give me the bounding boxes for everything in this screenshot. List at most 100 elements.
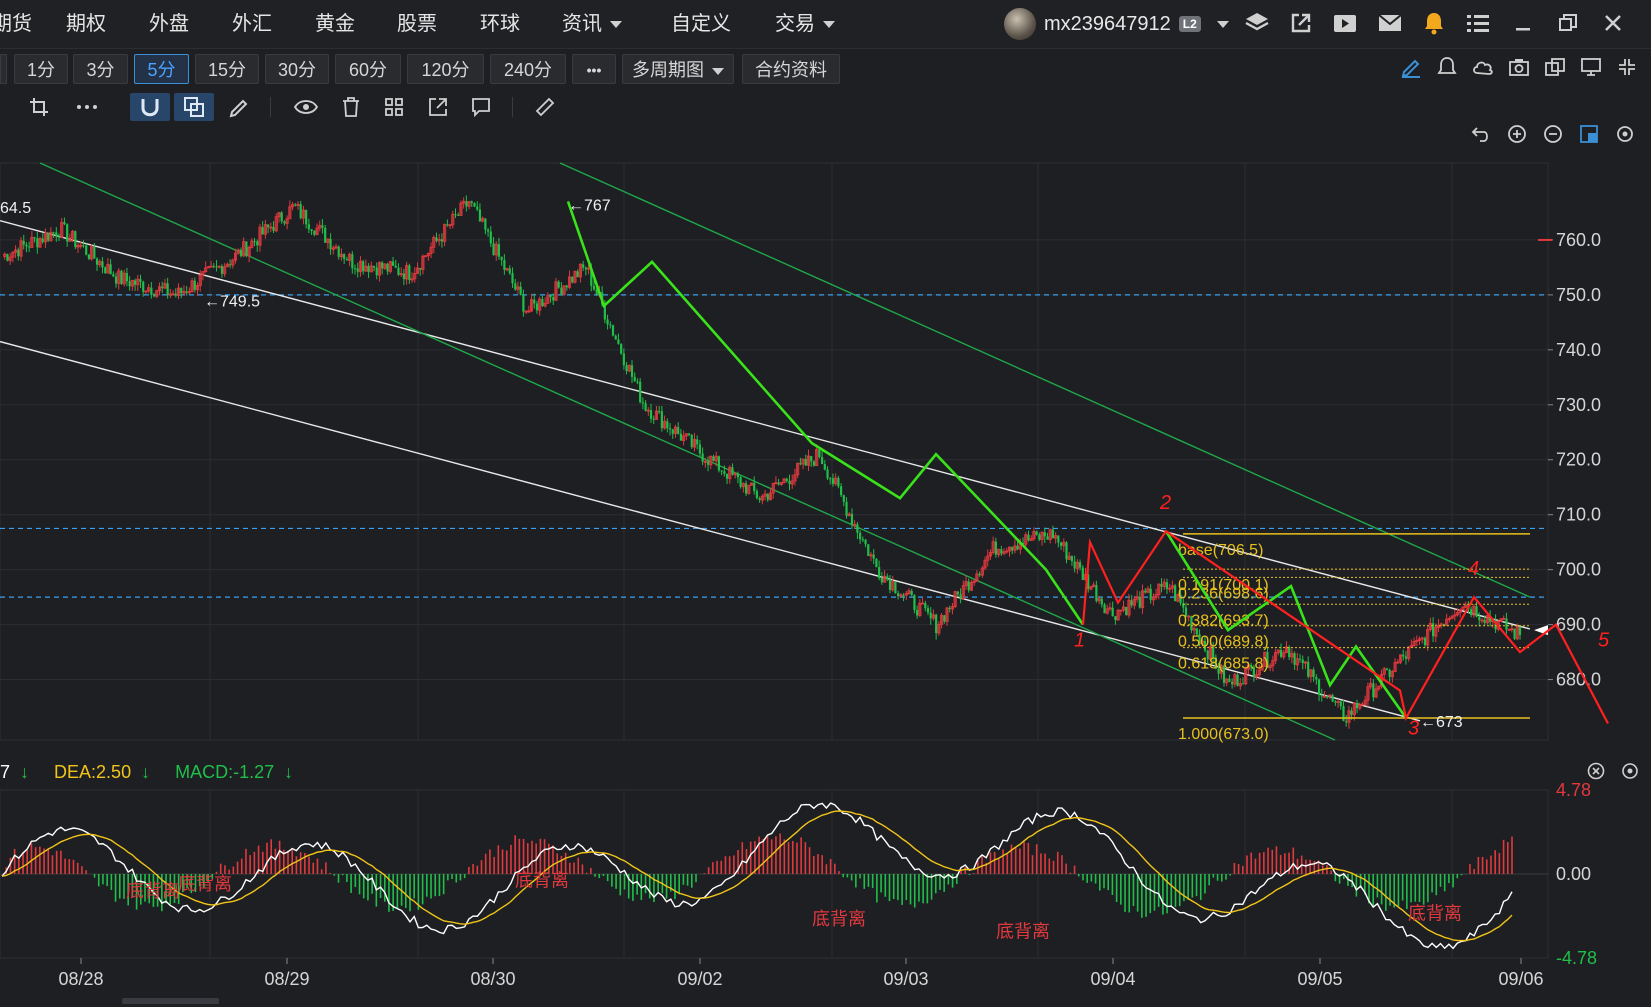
candle-body xyxy=(614,335,617,340)
candle-body xyxy=(473,203,476,207)
candle-body xyxy=(1307,661,1310,677)
candle-body xyxy=(1130,600,1133,606)
candle-body xyxy=(465,201,468,207)
candle-body xyxy=(353,268,357,270)
crop-icon[interactable] xyxy=(24,93,54,121)
period-240min[interactable]: 240分 xyxy=(490,54,566,84)
candle-body xyxy=(1388,669,1391,677)
user-account[interactable]: mx239647912 L2 xyxy=(1004,0,1229,48)
share-icon[interactable] xyxy=(423,93,453,121)
candle-body xyxy=(606,319,609,325)
candle-body xyxy=(810,456,813,462)
period-3min[interactable]: 3分 xyxy=(73,54,128,84)
grid-icon[interactable] xyxy=(379,93,409,121)
nav-trade[interactable]: 交易 xyxy=(775,0,835,48)
bell-icon[interactable] xyxy=(1421,10,1447,36)
candle-body xyxy=(658,411,661,413)
contract-info-button[interactable]: 合约资料 xyxy=(742,54,840,84)
camera-icon[interactable] xyxy=(1504,53,1534,81)
nav-stocks[interactable]: 股票 xyxy=(397,0,437,48)
period-30min[interactable]: 30分 xyxy=(265,54,329,84)
pencil-icon[interactable] xyxy=(224,93,254,121)
comment-icon[interactable] xyxy=(466,93,496,121)
eye-icon[interactable] xyxy=(291,93,321,121)
candle-body xyxy=(935,614,938,634)
candle-body xyxy=(739,477,742,487)
candle-body xyxy=(744,483,748,494)
candle-body xyxy=(644,403,647,411)
candle-body xyxy=(1016,545,1019,550)
nav-global[interactable]: 环球 xyxy=(480,0,520,48)
monitor-icon[interactable] xyxy=(1576,53,1606,81)
zoom-in-icon[interactable] xyxy=(1502,120,1532,148)
candle-body xyxy=(633,376,636,382)
period-5min[interactable]: 5分 xyxy=(134,54,189,84)
video-icon[interactable] xyxy=(1332,10,1358,36)
candle-body xyxy=(777,482,780,485)
multi-period-dropdown[interactable]: 多周期图 xyxy=(622,54,734,84)
restore-icon[interactable] xyxy=(1555,10,1581,36)
collapse-icon[interactable] xyxy=(1612,53,1642,81)
candle-body xyxy=(552,297,555,301)
alert-bell-icon[interactable] xyxy=(1432,53,1462,81)
period-button-partial[interactable] xyxy=(0,54,7,84)
period-60min[interactable]: 60分 xyxy=(335,54,401,84)
more-periods-button[interactable]: ••• xyxy=(572,54,616,84)
candle-body xyxy=(1442,623,1446,626)
candle-body xyxy=(649,410,653,419)
external-link-icon[interactable] xyxy=(1288,10,1314,36)
candle-body xyxy=(470,201,473,204)
close-indicator-icon[interactable] xyxy=(1581,757,1611,785)
trash-icon[interactable] xyxy=(336,93,366,121)
mail-icon[interactable] xyxy=(1377,10,1403,36)
scrollbar-thumb[interactable] xyxy=(122,998,219,1004)
cloud-icon[interactable] xyxy=(1468,53,1498,81)
candle-body xyxy=(821,456,824,465)
minimize-icon[interactable] xyxy=(1510,10,1536,36)
period-1min[interactable]: 1分 xyxy=(14,54,68,84)
pen-icon[interactable] xyxy=(1396,53,1426,81)
nav-custom[interactable]: 自定义 xyxy=(671,0,731,48)
copy-window-icon[interactable] xyxy=(1540,53,1570,81)
candle-body xyxy=(861,539,864,541)
candle-body xyxy=(329,239,332,250)
candle-body xyxy=(324,227,327,243)
kline-chart[interactable]: 08/28 08/29 08/30 09/02 09/03 09/04 09/05 09/06… xyxy=(0,160,1651,1002)
zoom-out-icon[interactable] xyxy=(1538,120,1568,148)
period-15min[interactable]: 15分 xyxy=(195,54,259,84)
layers-icon[interactable] xyxy=(1244,10,1270,36)
candle-body xyxy=(620,343,623,354)
more-dots-icon[interactable] xyxy=(72,93,102,121)
candle-body xyxy=(1059,542,1063,546)
candle-body xyxy=(1114,616,1117,620)
candle-body xyxy=(52,232,55,234)
nav-options[interactable]: 期权 xyxy=(66,0,106,48)
candle-body xyxy=(1174,585,1177,602)
period-120min[interactable]: 120分 xyxy=(407,54,484,84)
undo-icon[interactable] xyxy=(1466,120,1496,148)
candle-body xyxy=(668,428,672,430)
candle-body xyxy=(1236,674,1239,686)
overlay-icon[interactable] xyxy=(174,93,214,121)
candle-body xyxy=(576,271,579,277)
candle-body xyxy=(1149,588,1152,600)
x-axis-tick-label: 08/30 xyxy=(470,969,515,989)
close-icon[interactable] xyxy=(1600,10,1626,36)
candle-body xyxy=(57,236,61,238)
magnet-icon[interactable] xyxy=(130,93,170,121)
nav-overseas[interactable]: 外盘 xyxy=(149,0,189,48)
indicator-settings-icon[interactable] xyxy=(1615,757,1645,785)
list-menu-icon[interactable] xyxy=(1465,10,1491,36)
nav-news[interactable]: 资讯 xyxy=(562,0,622,48)
nav-futures[interactable]: 期货 xyxy=(0,0,32,48)
nav-forex[interactable]: 外汇 xyxy=(232,0,272,48)
candle-body xyxy=(557,281,560,288)
settings-icon[interactable] xyxy=(1610,120,1640,148)
layout-icon[interactable] xyxy=(1574,120,1604,148)
candle-body xyxy=(720,470,723,472)
nav-gold[interactable]: 黄金 xyxy=(315,0,355,48)
ruler-icon[interactable] xyxy=(530,93,560,121)
divergence-label: 底背离 xyxy=(812,909,866,929)
candle-body xyxy=(1505,618,1508,630)
macd-legend: 7 ↓ DEA:2.50 ↓ MACD:-1.27 ↓ xyxy=(0,762,313,783)
